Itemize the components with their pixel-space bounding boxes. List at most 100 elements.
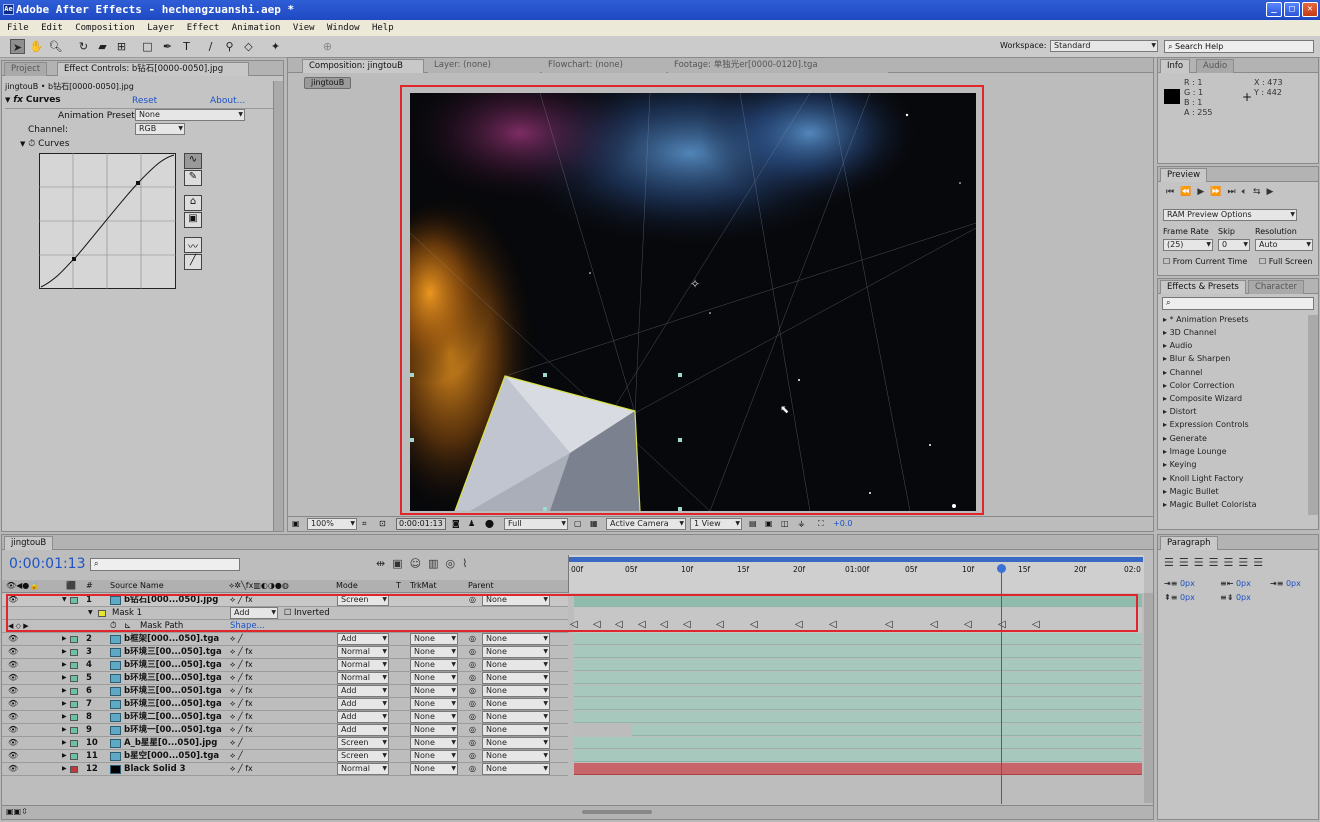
keyframe-icon[interactable]: ◁ bbox=[829, 619, 837, 630]
layer-row[interactable]: 👁︎ ▼ 1 b钻石[000...050].jpg ⟡ ╱ fx Screen … bbox=[2, 594, 568, 607]
curves-property[interactable]: ▼ ⏱ Curves bbox=[20, 139, 69, 149]
menu-animation[interactable]: Animation bbox=[232, 23, 281, 33]
layer-duration-bar[interactable] bbox=[574, 659, 1142, 671]
layer-duration-bar[interactable] bbox=[574, 711, 1142, 723]
mask-mode-dropdown[interactable]: Add bbox=[230, 607, 278, 619]
tab-audio[interactable]: Audio bbox=[1196, 59, 1235, 73]
stopwatch-icon[interactable]: ⏱ bbox=[110, 620, 117, 632]
parent-pickwhip-icon[interactable]: ◎ bbox=[469, 646, 476, 658]
inverted-checkbox[interactable]: ☐ bbox=[284, 607, 292, 619]
keyframe-icon[interactable]: ◁ bbox=[795, 619, 803, 630]
timeline-timecode[interactable]: 0:00:01:13 bbox=[9, 556, 86, 572]
view-layout-dropdown[interactable]: 1 View bbox=[690, 518, 742, 530]
parent-pickwhip-icon[interactable]: ◎ bbox=[469, 737, 476, 749]
effects-category[interactable]: ▸ 3D Channel bbox=[1163, 328, 1216, 337]
layer-duration-bar[interactable] bbox=[574, 737, 1142, 749]
parent-pickwhip-icon[interactable]: ◎ bbox=[469, 711, 476, 723]
layer-switches-icon[interactable]: ⟡ ╱ fx bbox=[230, 594, 253, 606]
space-before-field[interactable]: ⇞≡ 0px bbox=[1164, 593, 1195, 602]
shy-layers-icon[interactable]: ☺ bbox=[410, 557, 428, 570]
menu-effect[interactable]: Effect bbox=[187, 23, 220, 33]
eye-icon[interactable]: 👁︎ bbox=[8, 672, 18, 684]
parent-pickwhip-icon[interactable]: ◎ bbox=[469, 672, 476, 684]
keyframe-icon[interactable]: ◁ bbox=[570, 619, 578, 630]
mask-name[interactable]: Mask 1 bbox=[112, 607, 142, 619]
keyframe-icon[interactable]: ◁ bbox=[964, 619, 972, 630]
composition-viewer[interactable]: ✧ ⬉ bbox=[410, 93, 976, 511]
layer-row[interactable]: 👁︎ ▶ 11 b星空[000...050].tga ⟡ ╱ Screen None ◎ Non… bbox=[2, 750, 568, 763]
rotate-tool-icon[interactable]: ↻ bbox=[76, 39, 91, 54]
expand-triangle-icon[interactable]: ▶ bbox=[62, 711, 67, 723]
draft-3d-icon[interactable]: ▣ bbox=[392, 557, 409, 570]
work-area-bar[interactable] bbox=[569, 557, 1143, 562]
layer-row[interactable]: 👁︎ ▶ 2 b框架[000...050].tga ⟡ ╱ Add None ◎ None bbox=[2, 633, 568, 646]
layer-parent-dropdown[interactable]: None bbox=[482, 737, 550, 749]
layer-parent-dropdown[interactable]: None bbox=[482, 698, 550, 710]
eye-icon[interactable]: 👁︎ bbox=[8, 659, 18, 671]
tab-effect-controls[interactable]: Effect Controls: b钻石[0000-0050].jpg bbox=[57, 62, 249, 76]
layer-switches-icon[interactable]: ⟡ ╱ fx bbox=[230, 763, 253, 775]
ram-preview-options-dropdown[interactable]: RAM Preview Options bbox=[1163, 209, 1297, 221]
toggle-panes-icon[interactable]: ▣▣⇳ bbox=[6, 807, 28, 816]
pen-tool-icon[interactable]: ✒ bbox=[160, 39, 175, 54]
reset-exposure-icon[interactable]: ⛶ bbox=[818, 519, 824, 529]
menu-edit[interactable]: Edit bbox=[41, 23, 63, 33]
always-preview-icon[interactable]: ▣ bbox=[292, 519, 300, 528]
expand-triangle-icon[interactable]: ▶ bbox=[62, 672, 67, 684]
ram-preview-icon[interactable]: ▶ bbox=[1267, 187, 1280, 197]
close-button[interactable]: ✕ bbox=[1302, 2, 1318, 17]
layer-row[interactable]: 👁︎ ▶ 8 b环境二[00...050].tga ⟡ ╱ fx Add None ◎ None bbox=[2, 711, 568, 724]
expand-triangle-icon[interactable]: ▶ bbox=[62, 659, 67, 671]
layer-switches-icon[interactable]: ⟡ ╱ fx bbox=[230, 724, 253, 736]
layer-mode-dropdown[interactable]: Normal bbox=[337, 646, 389, 658]
pixel-aspect-icon[interactable]: ▤ bbox=[749, 519, 757, 528]
layer-name[interactable]: b环境一[00...050].tga bbox=[124, 724, 222, 736]
effects-category[interactable]: ▸ Blur & Sharpen bbox=[1163, 354, 1230, 363]
layer-name[interactable]: b环境二[00...050].tga bbox=[124, 711, 222, 723]
mask-path-row[interactable]: ◀ ◇ ▶ ⏱ ⊾ Mask Path Shape... bbox=[2, 620, 568, 633]
reset-curve-icon[interactable]: ╱ bbox=[184, 254, 202, 270]
pan-behind-tool-icon[interactable]: ⊞ bbox=[114, 39, 129, 54]
resolution-dropdown[interactable]: Full bbox=[504, 518, 568, 530]
parent-pickwhip-icon[interactable]: ◎ bbox=[469, 633, 476, 645]
layer-row[interactable]: 👁︎ ▶ 12 Black Solid 3 ⟡ ╱ fx Normal None ◎ None bbox=[2, 763, 568, 776]
keyframe-icon[interactable]: ◁ bbox=[885, 619, 893, 630]
eye-icon[interactable]: 👁︎ bbox=[8, 698, 18, 710]
expand-triangle-icon[interactable]: ▶ bbox=[62, 646, 67, 658]
layer-mode-dropdown[interactable]: Add bbox=[337, 685, 389, 697]
layer-duration-bar[interactable] bbox=[574, 633, 1142, 645]
eraser-tool-icon[interactable]: ◇ bbox=[241, 39, 256, 54]
label-color-swatch[interactable] bbox=[70, 714, 78, 721]
layer-name[interactable]: b星空[000...050].tga bbox=[124, 750, 219, 762]
parent-pickwhip-icon[interactable]: ◎ bbox=[469, 659, 476, 671]
last-frame-icon[interactable]: ⏭ bbox=[1227, 187, 1241, 197]
expand-triangle-icon[interactable]: ▼ bbox=[20, 140, 25, 148]
exposure-value[interactable]: +0.0 bbox=[833, 519, 852, 528]
effects-scrollbar[interactable] bbox=[1308, 315, 1318, 515]
keyframe-icon[interactable]: ◁ bbox=[750, 619, 758, 630]
play-icon[interactable]: ▶ bbox=[1197, 187, 1210, 197]
save-curve-icon[interactable]: ▣ bbox=[184, 212, 202, 228]
safe-zones-icon[interactable]: ⌗ bbox=[362, 519, 367, 529]
parent-pickwhip-icon[interactable]: ◎ bbox=[469, 750, 476, 762]
label-color-swatch[interactable] bbox=[70, 766, 78, 773]
layer-name[interactable]: b环境三[00...050].tga bbox=[124, 698, 222, 710]
layer-duration-bar[interactable] bbox=[574, 685, 1142, 697]
clone-stamp-tool-icon[interactable]: ⚲ bbox=[222, 39, 237, 54]
menu-file[interactable]: File bbox=[7, 23, 29, 33]
layer-switches-icon[interactable]: ⟡ ╱ fx bbox=[230, 646, 253, 658]
effects-category[interactable]: ▸ Color Correction bbox=[1163, 381, 1234, 390]
layer-mode-dropdown[interactable]: Add bbox=[337, 698, 389, 710]
zoom-slider[interactable] bbox=[582, 810, 652, 814]
expand-triangle-icon[interactable]: ▶ bbox=[62, 724, 67, 736]
graph-icon[interactable]: ⊾ bbox=[124, 620, 131, 632]
layer-mode-dropdown[interactable]: Add bbox=[337, 633, 389, 645]
layer-name[interactable]: b环境三[00...050].tga bbox=[124, 685, 222, 697]
menu-layer[interactable]: Layer bbox=[147, 23, 174, 33]
label-color-swatch[interactable] bbox=[70, 675, 78, 682]
frame-rate-dropdown[interactable]: (25) bbox=[1163, 239, 1213, 251]
layer-mode-dropdown[interactable]: Normal bbox=[337, 763, 389, 775]
label-color-swatch[interactable] bbox=[70, 636, 78, 643]
layer-switches-icon[interactable]: ⟡ ╱ fx bbox=[230, 698, 253, 710]
parent-header[interactable]: Parent bbox=[468, 580, 494, 592]
